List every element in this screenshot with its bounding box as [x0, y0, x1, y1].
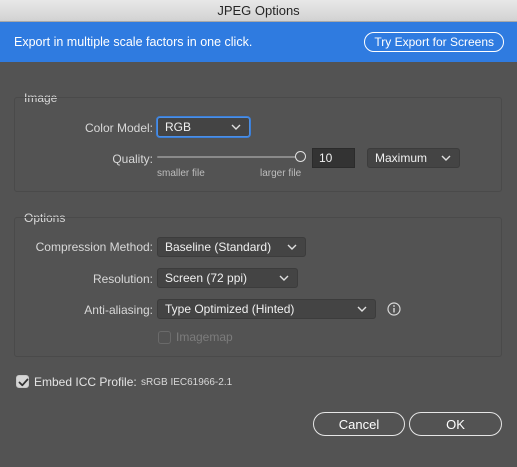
color-model-value: RGB [165, 120, 192, 134]
quality-preset-value: Maximum [375, 151, 428, 165]
resolution-value: Screen (72 ppi) [165, 271, 248, 285]
embed-icc-checkbox[interactable] [16, 375, 29, 388]
quality-slider-track[interactable] [157, 156, 300, 158]
chevron-down-icon [287, 242, 297, 252]
quality-value-input[interactable]: 10 [312, 148, 355, 168]
quality-label: Quality: [112, 152, 153, 166]
resolution-label: Resolution: [92, 272, 153, 286]
anti-aliasing-value: Type Optimized (Hinted) [165, 302, 295, 316]
info-icon[interactable] [387, 302, 401, 316]
color-model-select[interactable]: RGB [157, 117, 250, 137]
banner-text: Export in multiple scale factors in one … [14, 35, 253, 49]
title-bar: JPEG Options [0, 0, 517, 22]
try-export-for-screens-button[interactable]: Try Export for Screens [364, 32, 504, 52]
window-title: JPEG Options [217, 3, 300, 18]
quality-slider-thumb[interactable] [295, 151, 306, 162]
larger-file-label: larger file [260, 168, 302, 179]
imagemap-checkbox[interactable] [158, 331, 171, 344]
compression-method-select[interactable]: Baseline (Standard) [157, 237, 306, 257]
anti-aliasing-label: Anti-aliasing: [84, 303, 153, 317]
compression-method-label: Compression Method: [35, 240, 153, 254]
chevron-down-icon [441, 153, 451, 163]
icc-profile-name: sRGB IEC61966-2.1 [141, 377, 233, 388]
export-banner: Export in multiple scale factors in one … [0, 22, 517, 62]
anti-aliasing-select[interactable]: Type Optimized (Hinted) [157, 299, 376, 319]
banner-button-label: Try Export for Screens [374, 35, 494, 49]
smaller-file-label: smaller file [157, 168, 205, 179]
image-group [14, 97, 502, 192]
ok-button[interactable]: OK [409, 412, 502, 436]
chevron-down-icon [279, 273, 289, 283]
cancel-button[interactable]: Cancel [313, 412, 405, 436]
compression-method-value: Baseline (Standard) [165, 240, 272, 254]
resolution-select[interactable]: Screen (72 ppi) [157, 268, 298, 288]
quality-preset-select[interactable]: Maximum [367, 148, 460, 168]
ok-button-label: OK [446, 416, 465, 432]
chevron-down-icon [357, 304, 367, 314]
imagemap-label: Imagemap [176, 330, 233, 344]
chevron-down-icon [231, 122, 241, 132]
color-model-label: Color Model: [84, 121, 153, 135]
cancel-button-label: Cancel [338, 416, 380, 432]
checkmark-icon [18, 378, 29, 387]
embed-icc-label: Embed ICC Profile: [34, 375, 137, 389]
